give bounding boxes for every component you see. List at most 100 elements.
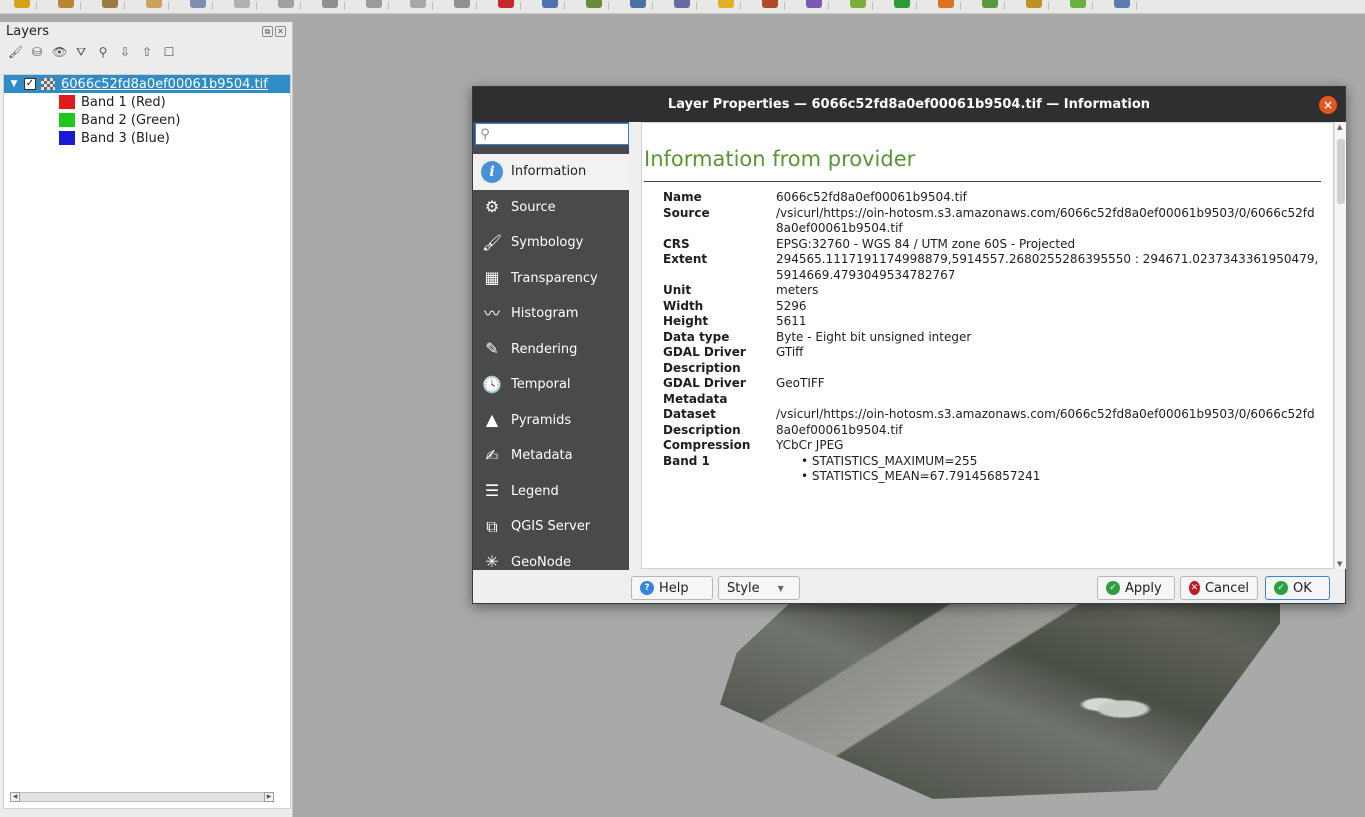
band-row[interactable]: Band 3 (Blue): [4, 129, 290, 147]
info-key: CRS: [663, 236, 690, 251]
toolbar-tool-icon[interactable]: [278, 0, 294, 8]
ok-check-icon: ✓: [1274, 581, 1288, 595]
info-row: Compression YCbCr JPEG: [663, 438, 1323, 454]
toolbar-separator: [696, 2, 697, 10]
toolbar-separator: [1048, 2, 1049, 10]
help-button[interactable]: ? Help: [631, 576, 713, 600]
style-layer-icon[interactable]: 🖌: [8, 45, 23, 59]
nav-item-label: Legend: [511, 483, 559, 499]
nav-item-transparency[interactable]: ▦ Transparency: [473, 261, 629, 297]
band-row[interactable]: Band 1 (Red): [4, 93, 290, 111]
horizontal-scrollbar[interactable]: ◀ ▶: [10, 792, 274, 802]
nav-item-label: GeoNode: [511, 554, 571, 570]
content-vertical-scrollbar[interactable]: ▲ ▼: [1334, 122, 1346, 569]
toolbar-tool-icon[interactable]: [630, 0, 646, 8]
info-value: GeoTIFF: [776, 376, 825, 390]
nav-item-source[interactable]: ⚙ Source: [473, 190, 629, 226]
band-label: Band 2 (Green): [81, 112, 181, 128]
toolbar-tool-icon[interactable]: [366, 0, 382, 8]
toolbar-tool-icon[interactable]: [806, 0, 822, 8]
qgis-server-icon: ⧉: [486, 516, 498, 536]
filter-icon[interactable]: ⛛: [74, 45, 88, 59]
toolbar-tool-icon[interactable]: [58, 0, 74, 8]
toolbar-separator: [828, 2, 829, 10]
toolbar-separator: [300, 2, 301, 10]
scroll-down-icon[interactable]: ▼: [1337, 560, 1342, 568]
toolbar-tool-icon[interactable]: [762, 0, 778, 8]
visibility-icon[interactable]: 👁: [52, 45, 67, 59]
toolbar-tool-icon[interactable]: [102, 0, 118, 8]
cancel-button[interactable]: ✕ Cancel: [1180, 576, 1258, 600]
filter-legend-icon[interactable]: ⚲: [96, 45, 110, 59]
float-panel-icon[interactable]: ⧉: [262, 25, 273, 37]
dialog-titlebar[interactable]: Layer Properties — 6066c52fd8a0ef00061b9…: [473, 87, 1345, 122]
temporal-icon: 🕓: [482, 374, 502, 394]
nav-item-information[interactable]: i Information: [473, 154, 629, 190]
chevron-down-icon: ▼: [777, 583, 784, 593]
toolbar-separator: [476, 2, 477, 10]
toolbar-tool-icon[interactable]: [894, 0, 910, 8]
nav-item-label: Symbology: [511, 235, 584, 251]
scroll-right-icon[interactable]: ▶: [264, 792, 274, 802]
nav-item-temporal[interactable]: 🕓 Temporal: [473, 367, 629, 403]
toolbar-tool-icon[interactable]: [190, 0, 206, 8]
info-row: Source/vsicurl/https://oin-hotosm.s3.ama…: [663, 206, 1323, 237]
expand-arrow-icon[interactable]: ▼: [8, 79, 20, 89]
toolbar-tool-icon[interactable]: [982, 0, 998, 8]
style-dropdown[interactable]: Style ▼: [718, 576, 800, 600]
toolbar-tool-icon[interactable]: [542, 0, 558, 8]
layer-name[interactable]: 6066c52fd8a0ef00061b9504.tif: [61, 77, 268, 92]
nav-item-histogram[interactable]: 〰 Histogram: [473, 296, 629, 332]
toolbar-tool-icon[interactable]: [322, 0, 338, 8]
toolbar-separator: [916, 2, 917, 10]
toolbar-tool-icon[interactable]: [586, 0, 602, 8]
nav-item-qgis-server[interactable]: ⧉ QGIS Server: [473, 509, 629, 545]
scroll-left-icon[interactable]: ◀: [10, 792, 20, 802]
toolbar-tool-icon[interactable]: [14, 0, 30, 8]
toolbar-tool-icon[interactable]: [674, 0, 690, 8]
search-box[interactable]: ⚲: [475, 123, 629, 145]
band-row[interactable]: Band 2 (Green): [4, 111, 290, 129]
section-heading: Information from provider: [644, 147, 916, 171]
apply-button[interactable]: ✓ Apply: [1097, 576, 1175, 600]
close-panel-icon[interactable]: ✕: [275, 25, 286, 37]
info-key: Height: [663, 314, 709, 328]
toolbar-separator: [652, 2, 653, 10]
nav-item-rendering[interactable]: ✎ Rendering: [473, 332, 629, 368]
layer-visibility-checkbox[interactable]: ✓: [24, 78, 36, 90]
nav-item-metadata[interactable]: ✍ Metadata: [473, 438, 629, 474]
toolbar-tool-icon[interactable]: [718, 0, 734, 8]
statistic-item: STATISTICS_MEAN=67.791456857241: [801, 469, 1321, 485]
layer-properties-dialog: Layer Properties — 6066c52fd8a0ef00061b9…: [472, 86, 1346, 604]
toolbar-tool-icon[interactable]: [498, 0, 514, 8]
layers-panel-toolbar: 🖌 ⛁ 👁 ⛛ ⚲ ⇩ ⇧ ☐: [0, 40, 292, 64]
nav-item-legend[interactable]: ☰ Legend: [473, 474, 629, 510]
info-key: Band 1: [663, 453, 710, 468]
remove-layer-icon[interactable]: ☐: [162, 45, 176, 59]
toolbar-separator: [960, 2, 961, 10]
nav-item-pyramids[interactable]: ▲ Pyramids: [473, 403, 629, 439]
scroll-thumb[interactable]: [1337, 139, 1345, 204]
toolbar-tool-icon[interactable]: [410, 0, 426, 8]
toolbar-tool-icon[interactable]: [1026, 0, 1042, 8]
toolbar-tool-icon[interactable]: [234, 0, 250, 8]
nav-item-label: Rendering: [511, 341, 578, 357]
close-dialog-icon[interactable]: ×: [1319, 96, 1337, 114]
ok-button[interactable]: ✓ OK: [1265, 576, 1330, 600]
layer-row[interactable]: ▼ ✓ 6066c52fd8a0ef00061b9504.tif: [4, 75, 290, 93]
toolbar-tool-icon[interactable]: [146, 0, 162, 8]
toolbar-tool-icon[interactable]: [1070, 0, 1086, 8]
nav-item-symbology[interactable]: 🖌 Symbology: [473, 225, 629, 261]
band-label: Band 1 (Red): [81, 94, 166, 110]
toolbar-tool-icon[interactable]: [938, 0, 954, 8]
expand-all-icon[interactable]: ⇩: [118, 45, 132, 59]
toolbar-tool-icon[interactable]: [454, 0, 470, 8]
toolbar-tool-icon[interactable]: [850, 0, 866, 8]
scroll-up-icon[interactable]: ▲: [1337, 123, 1342, 131]
collapse-all-icon[interactable]: ⇧: [140, 45, 154, 59]
toolbar-tool-icon[interactable]: [1114, 0, 1130, 8]
search-icon: ⚲: [480, 126, 490, 142]
add-group-icon[interactable]: ⛁: [30, 45, 44, 59]
info-key: Extent: [663, 252, 708, 266]
search-input[interactable]: [494, 127, 622, 141]
